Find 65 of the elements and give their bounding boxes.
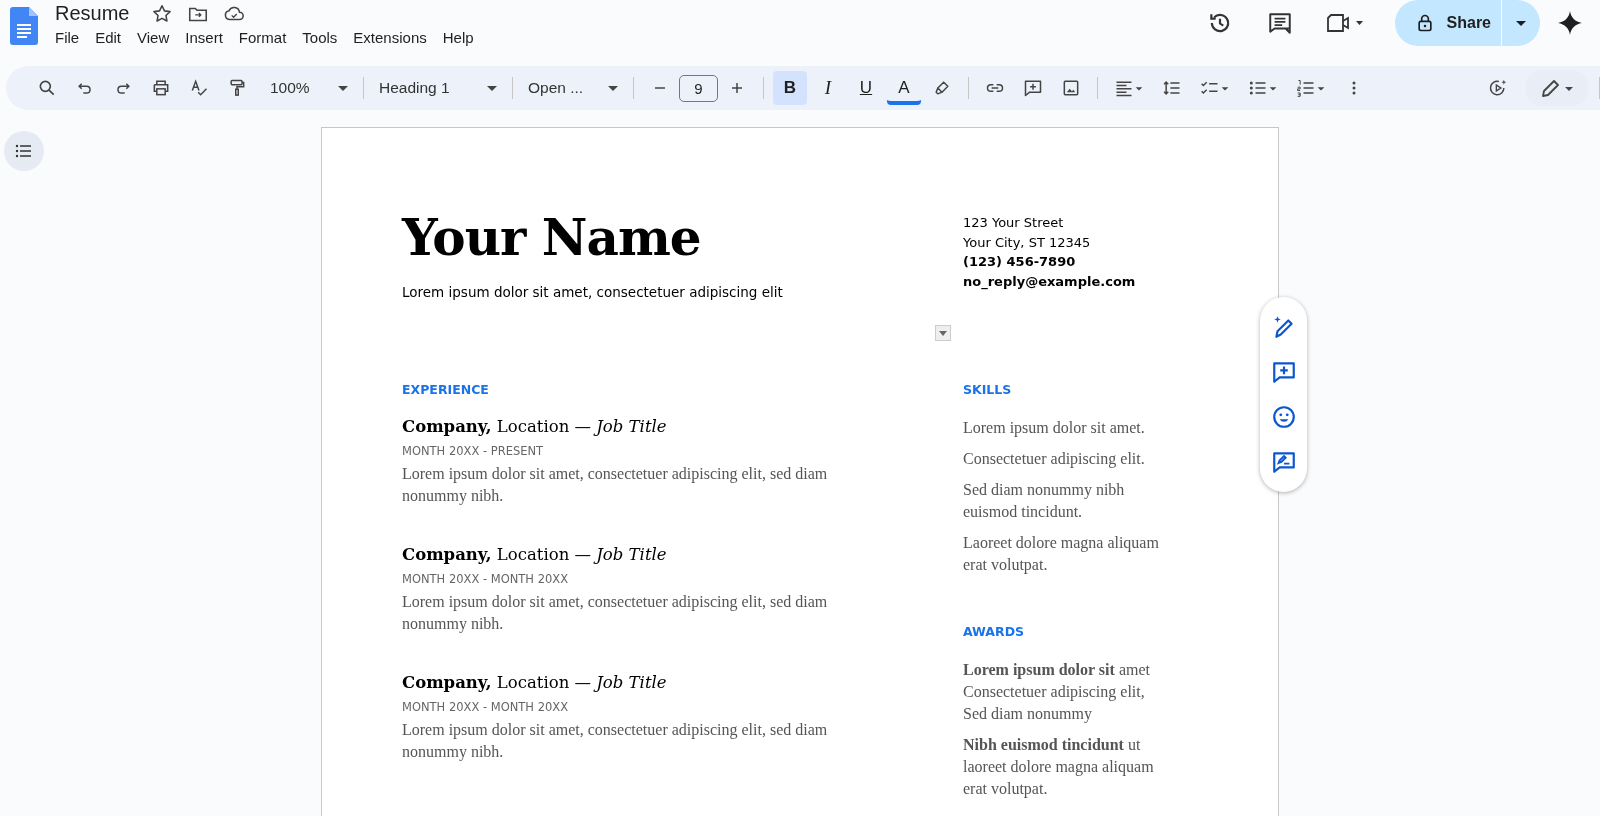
document-title[interactable]: Resume — [55, 2, 130, 25]
menu-item[interactable]: Insert — [177, 27, 231, 48]
job-dates: MONTH 20XX - PRESENT — [402, 444, 545, 458]
job-description: Lorem ipsum dolor sit amet, consectetuer adipiscing elit, sed diam nonummy nibh. — [402, 592, 829, 635]
underline-button[interactable]: U — [849, 71, 883, 105]
spellcheck-icon[interactable] — [189, 78, 209, 98]
section-heading: EXPERIENCE — [402, 382, 490, 397]
job-title: Company, Location — Job Title — [402, 545, 668, 564]
job-description: Lorem ipsum dolor sit amet, consectetuer adipiscing elit, sed diam nonummy nibh. — [402, 720, 829, 763]
section-heading: AWARDS — [963, 624, 1026, 639]
line-spacing-icon[interactable] — [1162, 78, 1182, 98]
outline-icon[interactable] — [4, 131, 44, 171]
italic-button[interactable]: I — [811, 71, 845, 105]
add-comment-icon[interactable] — [1023, 78, 1043, 98]
name-heading: Your Name — [402, 208, 702, 268]
editing-mode-button[interactable] — [1525, 70, 1589, 106]
skill-item: Lorem ipsum dolor sit amet. — [963, 418, 1146, 439]
job-dates: MONTH 20XX - MONTH 20XX — [402, 572, 570, 586]
menu-item[interactable]: Edit — [87, 27, 130, 48]
skill-item: Sed diam nonummy nibh euismod tincidunt. — [963, 480, 1126, 522]
font-dropdown[interactable]: Open ... — [520, 79, 626, 97]
skill-item: Laoreet dolore magna aliquam erat volutpat. — [963, 533, 1160, 576]
comments-icon[interactable] — [1266, 10, 1293, 36]
contact-line: Your City, ST 12345 — [963, 233, 1092, 252]
search-icon[interactable] — [37, 78, 57, 98]
dropdown-toggle-icon[interactable] — [935, 325, 951, 341]
star-icon[interactable] — [151, 2, 174, 25]
caret-icon — [608, 85, 618, 91]
video-call-icon[interactable] — [1324, 11, 1365, 35]
menu-item[interactable]: Tools — [294, 27, 346, 48]
numbered-list-icon[interactable] — [1296, 78, 1326, 98]
sparkle-icon[interactable] — [1557, 10, 1583, 36]
bold-button[interactable]: B — [773, 71, 807, 105]
align-left-icon[interactable] — [1114, 78, 1144, 98]
tagline: Lorem ipsum dolor sit amet, consectetuer adipiscing elit — [402, 284, 784, 300]
menu-item[interactable]: View — [129, 27, 178, 48]
share-button[interactable]: Share — [1394, 0, 1501, 46]
docs-logo-icon[interactable] — [10, 7, 38, 45]
section-heading: SKILLS — [963, 382, 1013, 397]
paint-format-icon[interactable] — [227, 78, 247, 98]
add-comment-icon[interactable] — [1270, 359, 1297, 386]
text-color-button[interactable]: A — [887, 71, 921, 105]
menu-item[interactable]: Help — [434, 27, 482, 48]
award-item: Lorem ipsum dolor sit amet Consectetuer adipiscing elit, Sed diam nonummy — [963, 660, 1151, 725]
job-title: Company, Location — Job Title — [402, 673, 668, 692]
menu-item[interactable]: Extensions — [345, 27, 435, 48]
caret-icon — [487, 85, 497, 91]
zoom-dropdown[interactable]: 100% — [262, 79, 356, 97]
job-description: Lorem ipsum dolor sit amet, consectetuer adipiscing elit, sed diam nonummy nibh. — [402, 464, 829, 507]
font-size-field[interactable]: 9 — [679, 74, 718, 102]
job-dates: MONTH 20XX - MONTH 20XX — [402, 700, 570, 714]
style-dropdown[interactable]: Heading 1 — [371, 79, 505, 97]
contact-line: (123) 456-7890 — [963, 253, 1077, 271]
menu-item[interactable]: Format — [230, 27, 295, 48]
caret-icon — [338, 85, 348, 91]
image-icon[interactable] — [1061, 78, 1081, 98]
emoji-icon[interactable] — [1270, 403, 1297, 430]
skill-item: Consectetuer adipiscing elit. — [963, 449, 1146, 470]
job-title: Company, Location — Job Title — [402, 417, 668, 436]
contact-line: no_reply@example.com — [963, 272, 1137, 291]
print-icon[interactable] — [151, 78, 171, 98]
menu-item[interactable]: File — [47, 27, 88, 48]
award-item: Nibh euismod tincidunt ut laoreet dolore magna aliquam erat volutpat. — [963, 735, 1155, 800]
present-icon[interactable] — [1488, 78, 1508, 98]
contact-line: 123 Your Street — [963, 214, 1065, 232]
